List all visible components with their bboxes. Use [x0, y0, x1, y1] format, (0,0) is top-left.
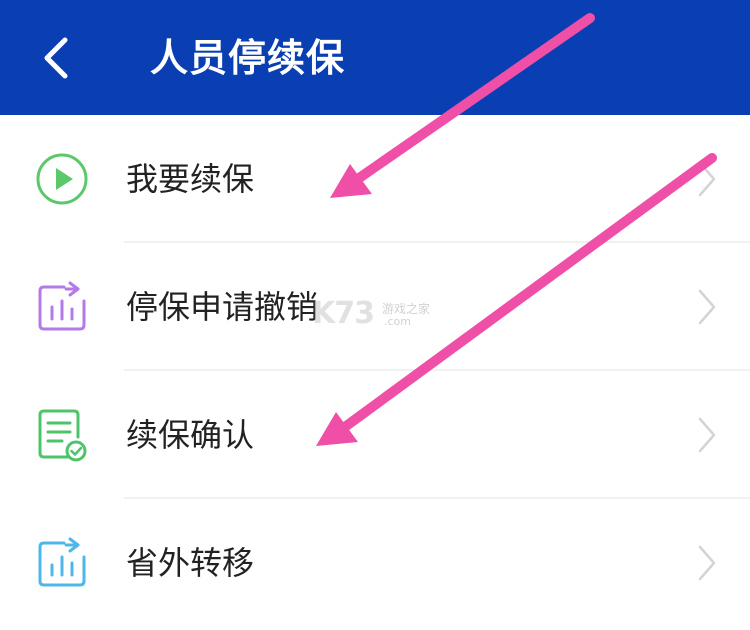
menu-item-cancel-stop-request[interactable]: 停保申请撤销 [0, 243, 750, 371]
menu-item-label: 省外转移 [126, 544, 255, 582]
menu-item-label: 续保确认 [126, 416, 255, 454]
back-button[interactable] [30, 30, 82, 86]
chevron-right-icon [698, 545, 716, 581]
menu-item-label: 我要续保 [126, 160, 255, 198]
app-screen: 人员停续保 我要续保 停保申请撤销 续保确认 省外转移 K73 游戏之家 .co… [0, 0, 750, 630]
menu-item-renewal-confirm[interactable]: 续保确认 [0, 371, 750, 499]
chevron-right-icon [698, 289, 716, 325]
menu-item-renew-insurance[interactable]: 我要续保 [0, 115, 750, 243]
page-title: 人员停续保 [150, 36, 346, 80]
chevron-right-icon [698, 417, 716, 453]
menu-item-out-of-province-transfer[interactable]: 省外转移 [0, 499, 750, 627]
chevron-left-icon [44, 37, 68, 79]
document-check-icon [38, 409, 87, 462]
menu-list: 我要续保 停保申请撤销 续保确认 省外转移 [0, 115, 750, 627]
bar-chart-icon [38, 281, 86, 331]
play-circle-icon [36, 153, 88, 205]
transfer-chart-icon [38, 537, 86, 587]
top-bar: 人员停续保 [0, 0, 750, 115]
menu-item-label: 停保申请撤销 [126, 288, 319, 326]
chevron-right-icon [698, 161, 716, 197]
